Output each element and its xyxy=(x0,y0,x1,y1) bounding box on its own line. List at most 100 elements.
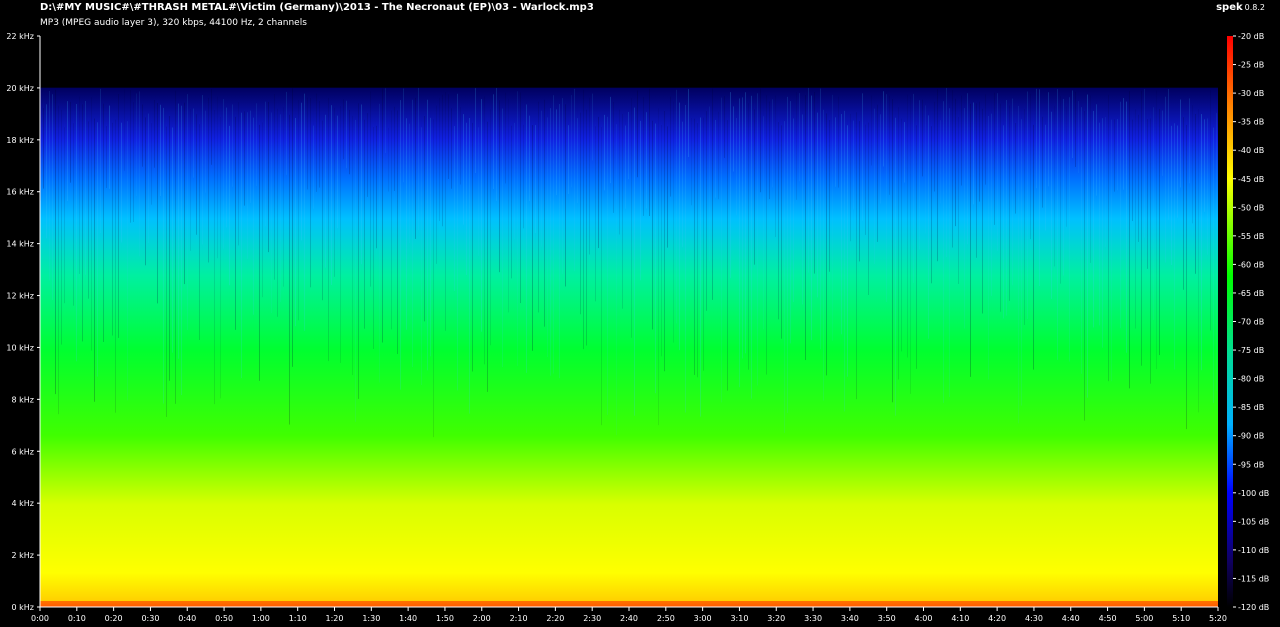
texture-streak xyxy=(133,102,134,223)
texture-streak xyxy=(385,88,386,153)
texture-streak xyxy=(304,93,305,331)
texture-streak xyxy=(574,88,575,272)
texture-streak xyxy=(916,125,917,369)
texture-streak xyxy=(412,99,413,367)
texture-streak xyxy=(622,114,623,309)
texture-streak xyxy=(685,104,686,413)
texture-streak xyxy=(748,103,749,370)
texture-streak xyxy=(655,123,656,394)
texture-streak xyxy=(901,118,902,352)
texture-streak xyxy=(370,91,371,287)
texture-streak xyxy=(379,103,380,383)
texture-streak xyxy=(700,117,701,417)
texture-streak xyxy=(43,108,44,189)
colorbar-tick-label: -115 dB xyxy=(1238,574,1269,583)
texture-streak xyxy=(571,95,572,188)
time-tick-label: 2:20 xyxy=(546,614,564,623)
texture-streak xyxy=(49,90,50,281)
frequency-tick-label: 16 kHz xyxy=(6,188,34,197)
texture-streak xyxy=(259,124,260,381)
texture-streak xyxy=(472,122,473,372)
texture-streak xyxy=(829,120,830,272)
texture-streak xyxy=(61,109,62,345)
texture-streak xyxy=(439,97,440,221)
texture-streak xyxy=(1198,109,1199,413)
texture-streak xyxy=(202,95,203,245)
time-tick-label: 1:20 xyxy=(326,614,344,623)
texture-streak xyxy=(1108,94,1109,382)
texture-streak xyxy=(895,117,896,416)
texture-streak xyxy=(988,115,989,380)
texture-streak xyxy=(1093,110,1094,328)
time-tick-label: 3:10 xyxy=(730,614,748,623)
texture-streak xyxy=(454,126,455,292)
texture-streak xyxy=(754,109,755,265)
texture-streak xyxy=(232,104,233,187)
texture-streak xyxy=(1003,125,1004,319)
texture-streak xyxy=(796,92,797,200)
texture-streak xyxy=(652,120,653,330)
texture-streak xyxy=(553,95,554,374)
time-tick-label: 1:10 xyxy=(289,614,307,623)
texture-streak xyxy=(679,102,680,351)
time-axis: 0:00 0:10 0:20 0:30 0:40 0:50 1:00 1:10 1:20 1:30… xyxy=(31,606,1227,623)
texture-streak xyxy=(490,109,491,346)
frequency-tick-label: 10 kHz xyxy=(6,343,34,352)
time-tick-label: 3:50 xyxy=(878,614,896,623)
time-tick-label: 3:00 xyxy=(694,614,712,623)
texture-streak xyxy=(106,126,107,188)
texture-streak xyxy=(850,113,851,242)
texture-streak xyxy=(586,109,587,346)
texture-streak xyxy=(1153,107,1154,321)
texture-streak xyxy=(715,119,716,198)
texture-streak xyxy=(925,105,926,234)
texture-streak xyxy=(1159,108,1160,356)
time-tick-label: 3:40 xyxy=(841,614,859,623)
texture-streak xyxy=(1036,88,1037,189)
time-tick-label: 2:40 xyxy=(620,614,638,623)
texture-streak xyxy=(880,114,881,204)
time-tick-label: 3:30 xyxy=(804,614,822,623)
texture-streak xyxy=(229,125,230,286)
spectrogram-plot xyxy=(40,36,1218,607)
time-tick-label: 4:10 xyxy=(951,614,969,623)
texture-streak xyxy=(1177,125,1178,218)
texture-streak xyxy=(721,97,722,403)
texture-streak xyxy=(766,95,767,375)
texture-streak xyxy=(295,117,296,327)
texture-streak xyxy=(70,101,71,183)
texture-streak xyxy=(649,88,650,217)
texture-streak xyxy=(205,110,206,193)
texture-streak xyxy=(874,108,875,265)
texture-streak xyxy=(445,92,446,331)
texture-streak xyxy=(937,89,938,262)
texture-streak xyxy=(637,90,638,178)
texture-streak xyxy=(607,116,608,415)
texture-streak xyxy=(1096,104,1097,196)
texture-streak xyxy=(601,127,602,426)
colorbar-tick-label: -120 dB xyxy=(1238,603,1269,612)
texture-streak xyxy=(577,118,578,204)
texture-streak xyxy=(1210,90,1211,331)
texture-streak xyxy=(1015,123,1016,214)
texture-streak xyxy=(1195,113,1196,274)
colorbar-tick-label: -85 dB xyxy=(1238,403,1264,412)
time-tick-label: 0:40 xyxy=(178,614,196,623)
texture-streak xyxy=(145,117,146,266)
texture-streak xyxy=(1000,103,1001,312)
texture-streak xyxy=(298,100,299,321)
texture-streak xyxy=(328,97,329,362)
frequency-tick-label: 6 kHz xyxy=(12,447,34,456)
texture-streak xyxy=(322,120,323,301)
texture-streak xyxy=(955,98,956,227)
texture-streak xyxy=(973,102,974,205)
texture-streak xyxy=(331,105,332,285)
texture-streak xyxy=(382,88,383,343)
colorbar-tick-label: -40 dB xyxy=(1238,146,1264,155)
texture-streak xyxy=(886,94,887,303)
texture-streak xyxy=(1189,98,1190,184)
texture-streak xyxy=(1105,117,1106,248)
colorbar-tick-label: -80 dB xyxy=(1238,375,1264,384)
texture-streak xyxy=(871,95,872,166)
texture-streak xyxy=(616,124,617,436)
